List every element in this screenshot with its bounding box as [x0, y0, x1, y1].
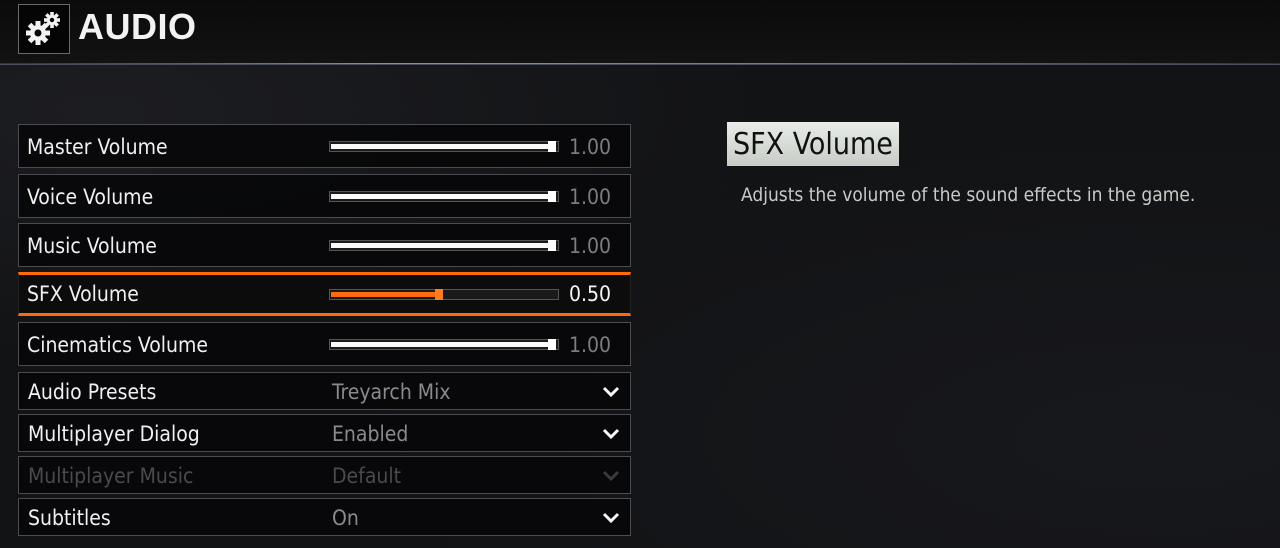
slider-value: 1.00: [569, 135, 612, 159]
volume-slider[interactable]: [329, 240, 559, 251]
slider-value: 1.00: [569, 333, 612, 357]
slider-handle[interactable]: [548, 191, 556, 202]
header-divider: [0, 63, 1280, 64]
detail-description: Adjusts the volume of the sound effects …: [741, 184, 1196, 206]
slider-fill: [331, 342, 551, 347]
slider-value: 1.00: [569, 185, 612, 209]
volume-slider[interactable]: [329, 289, 559, 300]
setting-label: Audio Presets: [28, 380, 157, 404]
setting-label: Music Volume: [27, 234, 157, 258]
page-title: AUDIO: [78, 6, 197, 47]
slider-row-music-volume[interactable]: Music Volume 1.00: [18, 223, 631, 267]
detail-title: SFX Volume: [727, 122, 899, 166]
volume-slider[interactable]: [329, 191, 559, 202]
setting-label: Multiplayer Music: [28, 464, 194, 488]
slider-fill: [331, 292, 438, 297]
setting-label: SFX Volume: [27, 282, 139, 306]
dropdown-row-multiplayer-dialog[interactable]: Multiplayer Dialog Enabled: [18, 414, 631, 452]
setting-label: Subtitles: [28, 506, 111, 530]
slider-value: 1.00: [569, 234, 612, 258]
chevron-down-icon[interactable]: [602, 426, 620, 440]
header-bar: AUDIO: [0, 0, 1280, 65]
volume-slider[interactable]: [329, 141, 559, 152]
volume-slider[interactable]: [329, 339, 559, 350]
setting-label: Multiplayer Dialog: [28, 422, 200, 446]
dropdown-value: Enabled: [332, 422, 409, 446]
dropdown-row-subtitles[interactable]: Subtitles On: [18, 498, 631, 536]
setting-label: Cinematics Volume: [27, 333, 209, 357]
dropdown-value: On: [332, 506, 359, 530]
dropdown-value: Treyarch Mix: [332, 380, 451, 404]
setting-label: Voice Volume: [27, 185, 154, 209]
slider-row-voice-volume[interactable]: Voice Volume 1.00: [18, 174, 631, 218]
slider-row-cinematics-volume[interactable]: Cinematics Volume 1.00: [18, 322, 631, 366]
dropdown-row-audio-presets[interactable]: Audio Presets Treyarch Mix: [18, 372, 631, 410]
dropdown-row-multiplayer-music: Multiplayer Music Default: [18, 456, 631, 494]
setting-label: Master Volume: [27, 135, 168, 159]
slider-fill: [331, 194, 551, 199]
gears-icon: [18, 4, 70, 54]
chevron-down-icon: [602, 468, 620, 482]
slider-fill: [331, 144, 551, 149]
slider-handle[interactable]: [548, 240, 556, 251]
dropdown-value: Default: [332, 464, 402, 488]
slider-handle[interactable]: [548, 339, 556, 350]
slider-row-sfx-volume[interactable]: SFX Volume 0.50: [18, 272, 631, 316]
slider-value: 0.50: [569, 282, 612, 306]
slider-handle[interactable]: [435, 289, 443, 300]
slider-row-master-volume[interactable]: Master Volume 1.00: [18, 124, 631, 168]
chevron-down-icon[interactable]: [602, 384, 620, 398]
chevron-down-icon[interactable]: [602, 510, 620, 524]
slider-fill: [331, 243, 551, 248]
slider-handle[interactable]: [548, 141, 556, 152]
